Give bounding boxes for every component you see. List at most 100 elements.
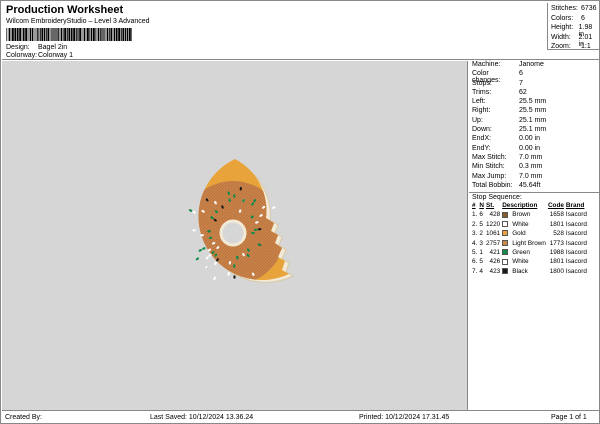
cell-n: 6 (479, 211, 483, 219)
bagel-design-image (188, 159, 295, 283)
sprinkle (195, 257, 199, 261)
cell-st: 423 (489, 267, 501, 275)
cell-num: 5. (472, 248, 478, 256)
cell-st: 428 (489, 211, 501, 219)
cell-code: 1801 (549, 258, 564, 266)
color-description: Black (512, 267, 528, 275)
cell-code: 1801 (549, 220, 564, 228)
colorway-value: Colorway 1 (38, 52, 74, 59)
col-num: # (472, 202, 476, 210)
cell-brand: Isacord (565, 211, 587, 219)
info-row: Stops: 7 (469, 80, 600, 89)
cell-st: 2757 (485, 239, 501, 247)
cell-code: 1988 (549, 248, 564, 256)
color-swatch (502, 211, 509, 218)
info-value: 62 (519, 88, 527, 96)
info-row: EndX: 0.00 in (469, 135, 600, 144)
cell-code: 1800 (549, 267, 564, 275)
info-row: Max Stitch: 7.0 mm (469, 154, 600, 163)
stat-row: Width: 2.01 in (551, 33, 593, 48)
sprinkle (192, 211, 196, 214)
sprinkle (205, 265, 208, 269)
col-code: Code (547, 202, 564, 210)
color-swatch (502, 249, 509, 256)
sprinkle (214, 261, 217, 265)
info-label: Left: (472, 98, 486, 106)
cell-brand: Isacord (565, 267, 587, 275)
page-title: Production Worksheet (6, 4, 124, 16)
sprinkle (188, 209, 193, 212)
machine-info: Machine: Janome Color changes: 6 Stops: 7 Trim… (469, 61, 600, 191)
table-header-row: # N St. Description Code Brand (471, 201, 588, 210)
info-row: Down: 25.1 mm (469, 126, 600, 135)
info-value: 25.1 mm (519, 116, 547, 124)
cell-code: 528 (553, 230, 564, 238)
info-label: Machine: (472, 61, 501, 68)
page-number: Page 1 of 1 (551, 414, 587, 421)
cell-st: 1061 (485, 230, 501, 238)
info-row: Trims: 62 (469, 89, 600, 98)
color-swatch (502, 268, 509, 274)
last-saved: Last Saved: 10/12/2024 13.36.24 (150, 414, 254, 421)
color-cell: Light Brown (501, 238, 547, 247)
cell-num: 6. (472, 258, 478, 266)
color-cell: Black (501, 267, 547, 276)
cell-st: 426 (489, 258, 501, 266)
info-value: 7.0 mm (519, 172, 543, 180)
printed-date: Printed: 10/12/2024 17.31.45 (359, 414, 450, 421)
color-swatch (502, 230, 509, 237)
info-row: EndY: 0.00 in (469, 145, 600, 154)
info-row: Min Stitch: 0.3 mm (469, 163, 600, 172)
cell-num: 7. (472, 267, 478, 275)
cell-brand: Isacord (565, 230, 587, 238)
info-label: Color changes: (472, 70, 501, 85)
info-row: Total Bobbin: 45.64ft (469, 182, 600, 191)
info-label: EndY: (472, 144, 491, 152)
info-value: 7 (519, 79, 523, 87)
cell-code: 1658 (549, 211, 564, 219)
color-description: Brown (512, 211, 531, 219)
stat-row: Zoom: 1:1 (551, 43, 591, 50)
table-row: 6. 5 426 White 1801 Isacord (471, 257, 588, 266)
info-label: Max Stitch: (472, 153, 507, 161)
cell-n: 3 (479, 239, 483, 247)
stop-sequence-title: Stop Sequence: (469, 192, 600, 201)
sprinkle (233, 275, 236, 279)
cell-n: 1 (479, 248, 483, 256)
table-row: 3. 2 1061 Gold 528 Isacord (471, 229, 588, 238)
stat-row: Height: 1.98 in (551, 24, 593, 38)
color-description: White (512, 258, 529, 266)
info-row: Color changes: 6 (469, 70, 600, 85)
color-cell: Gold (501, 229, 547, 238)
color-description: Green (512, 248, 530, 256)
cell-brand: Isacord (565, 220, 587, 228)
info-row: Up: 25.1 mm (469, 117, 600, 126)
info-value: 7.0 mm (519, 153, 543, 161)
sprinkle (198, 249, 202, 252)
info-label: Down: (472, 126, 492, 134)
info-label: Stops: (472, 79, 492, 87)
color-swatch (502, 239, 509, 246)
table-row: 2. 5 1220 White 1801 Isacord (471, 220, 588, 229)
info-value: 45.64ft (519, 181, 541, 189)
sprinkle (202, 247, 206, 250)
color-cell: Brown (501, 210, 547, 219)
info-value: 0.00 in (519, 144, 541, 152)
color-description: White (512, 220, 529, 228)
sprinkle (227, 272, 230, 276)
stat-row: Colors: 6 (551, 14, 585, 22)
sprinkle (251, 231, 255, 235)
cell-n: 5 (479, 258, 483, 266)
color-swatch (502, 258, 509, 265)
design-row: Design: Bagel 2in (6, 44, 67, 51)
cell-num: 3. (472, 230, 478, 238)
info-label: Max Jump: (472, 172, 507, 180)
bagel-shape (188, 159, 295, 283)
info-label: Min Stitch: (472, 163, 505, 171)
col-n: N (479, 202, 484, 210)
cell-brand: Isacord (565, 258, 587, 266)
color-swatch (502, 221, 509, 228)
design-value: Bagel 2in (38, 44, 68, 51)
info-value: 0.00 in (519, 135, 541, 143)
cell-num: 2. (472, 220, 478, 228)
